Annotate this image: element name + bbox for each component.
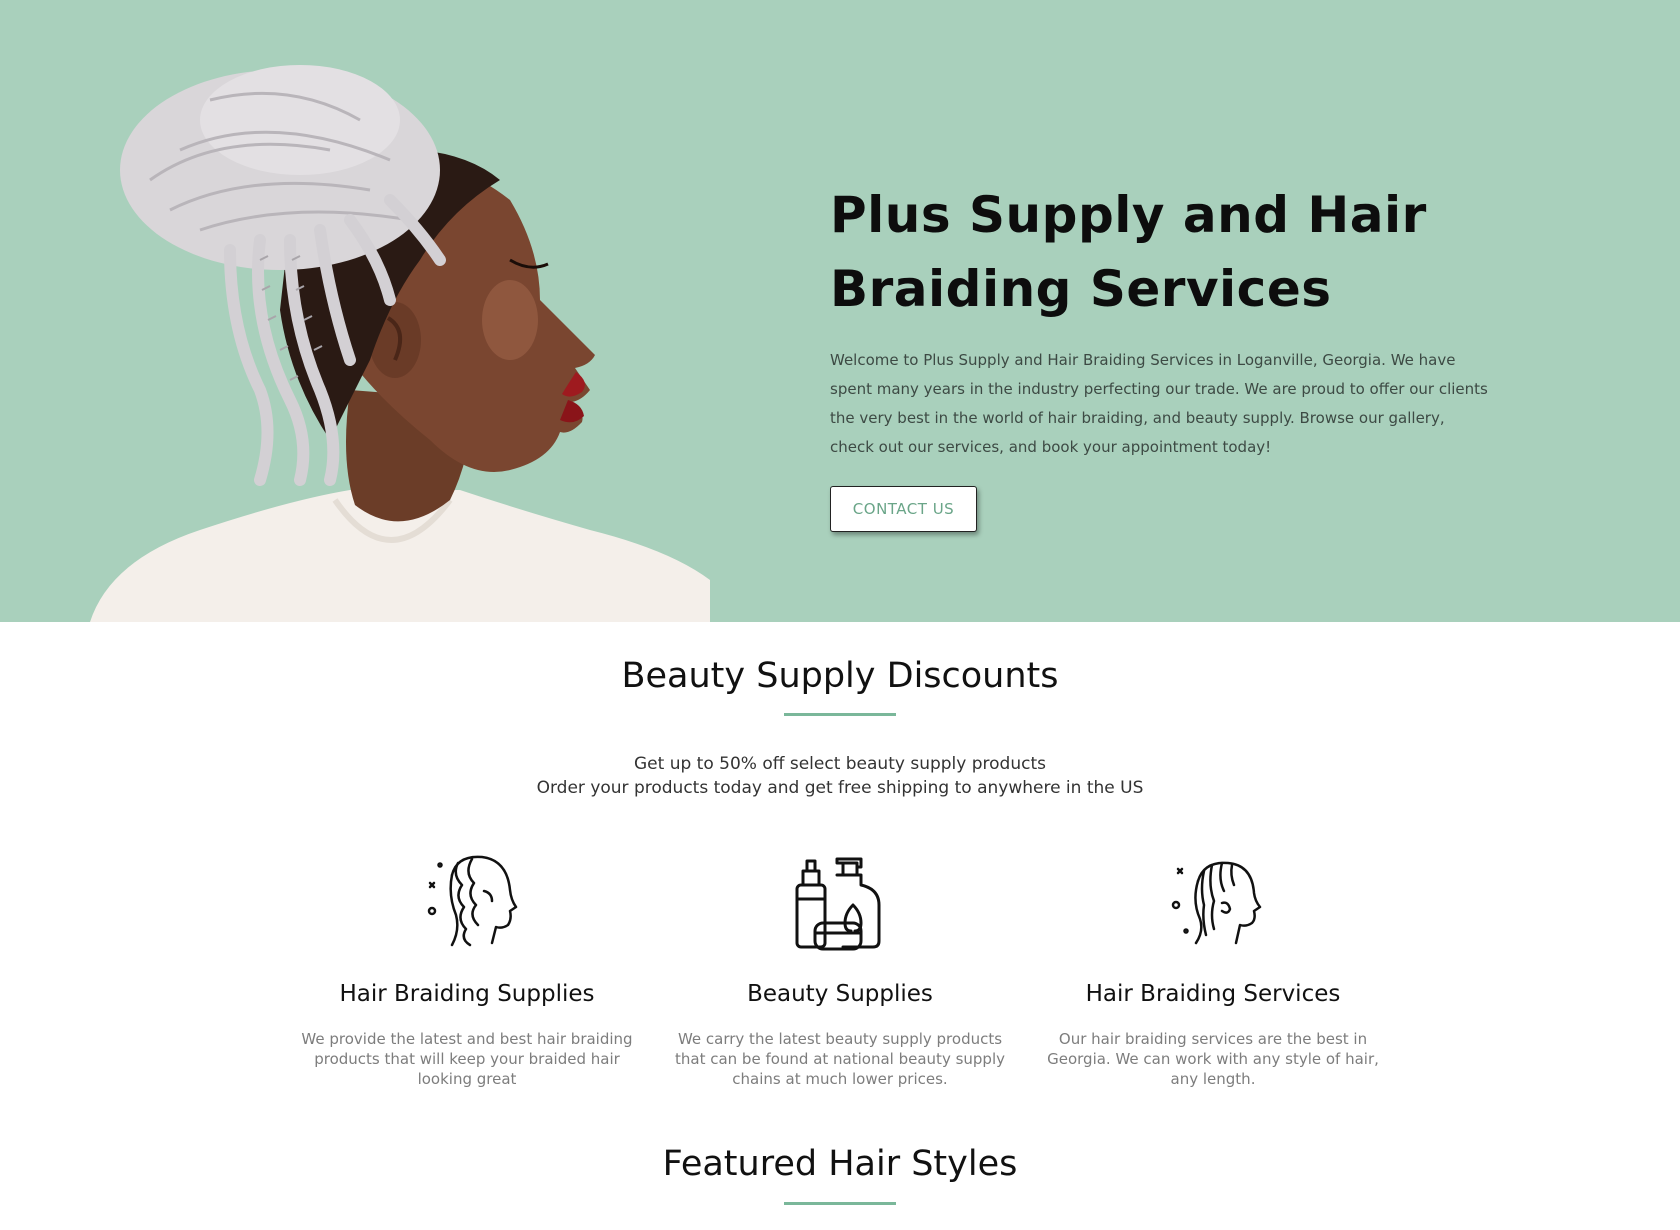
hero-description: Welcome to Plus Supply and Hair Braiding… [830, 351, 1488, 456]
featured-title-divider [784, 1202, 896, 1205]
discounts-title: Beauty Supply Discounts [621, 656, 1059, 696]
feature-text: We provide the latest and best hair brai… [301, 1030, 633, 1088]
hero-portrait-image [90, 65, 710, 622]
feature-card-braiding-supplies: Hair Braiding Supplies We provide the la… [292, 845, 642, 1089]
promo-line-1: Get up to 50% off select beauty supply p… [634, 754, 1046, 774]
cornrows-head-icon [1171, 861, 1262, 945]
contact-us-button[interactable]: CONTACT US [830, 486, 977, 532]
hero-section: Plus Supply and Hair Braiding Services W… [0, 0, 1680, 622]
braided-head-icon [427, 855, 518, 947]
discounts-title-divider [784, 713, 896, 716]
hero-text-block: Plus Supply and Hair Braiding Services W… [830, 178, 1550, 462]
feature-text: We carry the latest beauty supply produc… [674, 1030, 1005, 1088]
featured-styles-title: Featured Hair Styles [662, 1144, 1018, 1184]
beauty-products-icon [795, 857, 881, 951]
feature-card-beauty-supplies: Beauty Supplies We carry the latest beau… [665, 845, 1015, 1089]
feature-text: Our hair braiding services are the best … [1047, 1030, 1379, 1088]
feature-card-braiding-services: Hair Braiding Services Our hair braiding… [1038, 845, 1388, 1089]
feature-title: Hair Braiding Supplies [339, 981, 595, 1007]
discounts-promo-text: Get up to 50% off select beauty supply p… [0, 752, 1680, 800]
feature-title: Hair Braiding Services [1085, 981, 1341, 1007]
hero-title: Plus Supply and Hair Braiding Services [830, 186, 1427, 318]
feature-title: Beauty Supplies [747, 981, 933, 1007]
promo-line-2: Order your products today and get free s… [536, 778, 1144, 798]
